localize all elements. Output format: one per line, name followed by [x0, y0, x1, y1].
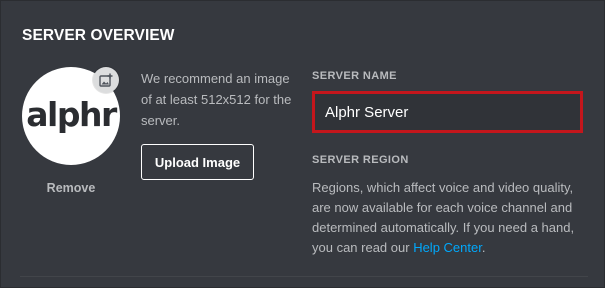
add-image-icon[interactable] — [93, 67, 119, 93]
help-center-link[interactable]: Help Center — [413, 240, 482, 255]
image-recommendation-text: We recommend an image of at least 512x51… — [141, 71, 292, 128]
region-description-suffix: . — [481, 240, 486, 255]
remove-icon-link[interactable]: Remove — [22, 181, 120, 195]
section-divider — [20, 276, 588, 277]
server-overview-panel: SERVER OVERVIEW alphr Remove We recommen… — [0, 0, 605, 288]
server-logo: alphr — [26, 94, 117, 134]
server-icon-uploader[interactable]: alphr — [22, 67, 120, 165]
server-name-input[interactable] — [312, 91, 583, 133]
upload-image-button[interactable]: Upload Image — [141, 144, 254, 180]
section-title: SERVER OVERVIEW — [22, 27, 175, 44]
server-name-label: SERVER NAME — [312, 70, 397, 82]
server-region-description: Regions, which affect voice and video qu… — [312, 178, 592, 258]
image-plus-glyph — [99, 73, 113, 87]
server-region-label: SERVER REGION — [312, 154, 409, 166]
